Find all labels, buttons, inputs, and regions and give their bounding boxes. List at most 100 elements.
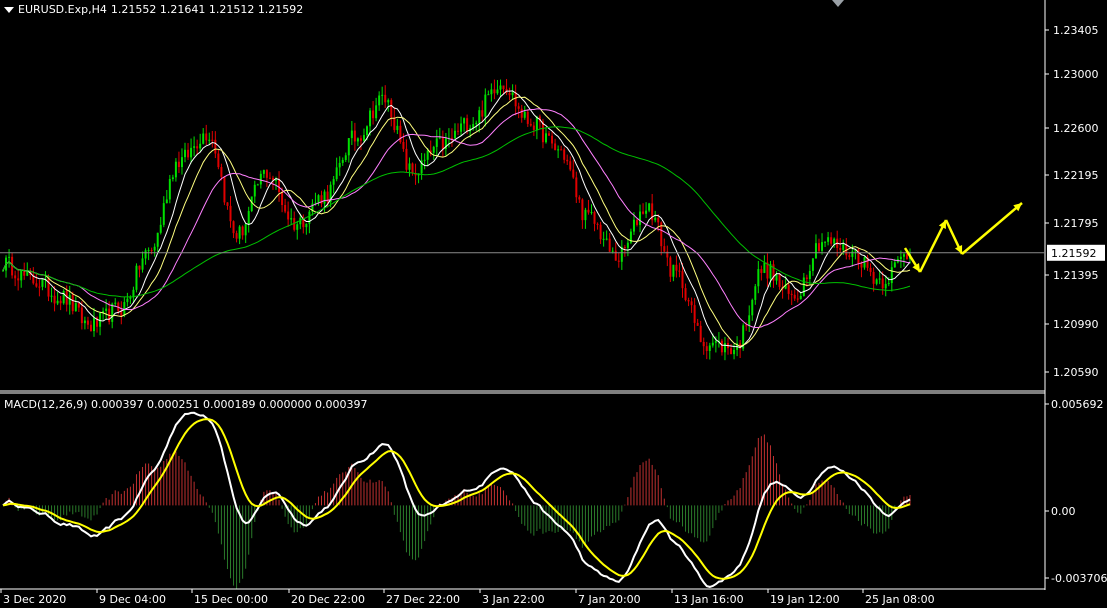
- candle-body: [893, 262, 896, 268]
- candle-body: [356, 138, 359, 142]
- candle-body: [20, 270, 23, 281]
- candle-body: [156, 232, 159, 247]
- candle-body: [793, 294, 796, 299]
- candle-body: [208, 139, 211, 141]
- candle-body: [902, 254, 905, 257]
- candle-body: [432, 146, 435, 153]
- candle-body: [502, 85, 505, 90]
- candle-body: [359, 138, 362, 141]
- candle-body: [730, 348, 733, 355]
- candle-body: [590, 212, 593, 214]
- candle-body: [869, 267, 872, 272]
- candle-body: [714, 341, 717, 343]
- price-tick-label: 1.23000: [1053, 68, 1099, 81]
- candle-body: [405, 148, 408, 170]
- candle-body: [478, 110, 481, 123]
- candle-body: [626, 242, 629, 248]
- candle-body: [554, 143, 557, 151]
- candle-body: [663, 246, 666, 252]
- candle-body: [235, 233, 238, 239]
- candle-body: [105, 308, 108, 312]
- candle-body: [196, 146, 199, 149]
- candle-body: [217, 153, 220, 168]
- candle-body: [587, 209, 590, 213]
- chart-canvas[interactable]: 1.23405 1.23000 1.22600 1.22195 1.21795 1.213…: [0, 0, 1107, 608]
- candle-body: [396, 125, 399, 131]
- candle-body: [426, 150, 429, 160]
- candle-body: [275, 179, 278, 181]
- candle-body: [162, 203, 165, 225]
- candle-body: [390, 100, 393, 118]
- candles-layer: [2, 78, 911, 361]
- candle-body: [802, 277, 805, 296]
- candle-body: [366, 126, 369, 136]
- candle-body: [135, 265, 138, 290]
- candle-body: [681, 271, 684, 289]
- candle-body: [62, 291, 65, 304]
- candle-body: [74, 303, 77, 312]
- candle-body: [256, 184, 259, 186]
- candle-body: [723, 343, 726, 353]
- candle-body: [262, 170, 265, 174]
- candle-body: [499, 85, 502, 90]
- candle-body: [511, 92, 514, 96]
- candle-body: [223, 176, 226, 203]
- candle-body: [80, 307, 83, 324]
- candle-body: [247, 211, 250, 225]
- candle-body: [733, 349, 736, 355]
- candle-body: [14, 275, 17, 279]
- candle-body: [399, 125, 402, 143]
- candle-body: [435, 138, 438, 147]
- candle-body: [763, 262, 766, 273]
- candle-body: [493, 89, 496, 94]
- candle-body: [787, 284, 790, 294]
- candle-body: [150, 250, 153, 252]
- macd-label: MACD(12,26,9) 0.000397 0.000251 0.000189…: [4, 398, 368, 411]
- candle-body: [833, 238, 836, 244]
- candle-body: [253, 184, 256, 197]
- candle-body: [147, 250, 150, 252]
- candle-body: [635, 219, 638, 225]
- candle-body: [211, 139, 214, 141]
- candle-body: [241, 226, 244, 236]
- candle-body: [708, 345, 711, 351]
- candle-body: [578, 197, 581, 200]
- candle-body: [229, 205, 232, 222]
- chart-shift-marker-icon[interactable]: [832, 0, 844, 7]
- candle-body: [760, 269, 763, 273]
- candle-body: [693, 305, 696, 323]
- candle-body: [517, 106, 520, 109]
- price-tick-label: 1.23405: [1053, 24, 1099, 37]
- time-tick-label: 7 Jan 20:00: [578, 593, 641, 606]
- candle-body: [566, 159, 569, 162]
- candle-body: [350, 130, 353, 139]
- candle-body: [778, 274, 781, 287]
- candle-body: [899, 256, 902, 260]
- candle-body: [563, 149, 566, 160]
- candle-body: [748, 315, 751, 327]
- candle-body: [817, 243, 820, 251]
- candle-body: [460, 123, 463, 132]
- price-tick-label: 1.22600: [1053, 122, 1099, 135]
- candle-body: [438, 137, 441, 139]
- candle-body: [59, 300, 62, 304]
- time-tick-label: 3 Dec 2020: [3, 593, 66, 606]
- candle-body: [611, 250, 614, 252]
- candle-body: [551, 135, 554, 144]
- candle-body: [265, 170, 268, 178]
- time-tick-label: 27 Dec 22:00: [386, 593, 460, 606]
- candle-body: [338, 162, 341, 168]
- candle-body: [226, 202, 229, 206]
- candle-body: [86, 320, 89, 325]
- dropdown-triangle-icon[interactable]: [4, 6, 14, 13]
- candle-body: [335, 167, 338, 180]
- candle-body: [599, 224, 602, 240]
- candle-body: [244, 224, 247, 236]
- moving-averages-layer: [2, 90, 911, 349]
- candle-body: [696, 322, 699, 326]
- candle-body: [71, 294, 74, 312]
- candle-body: [490, 89, 493, 95]
- candle-body: [884, 283, 887, 289]
- candle-body: [684, 288, 687, 301]
- candle-body: [560, 149, 563, 151]
